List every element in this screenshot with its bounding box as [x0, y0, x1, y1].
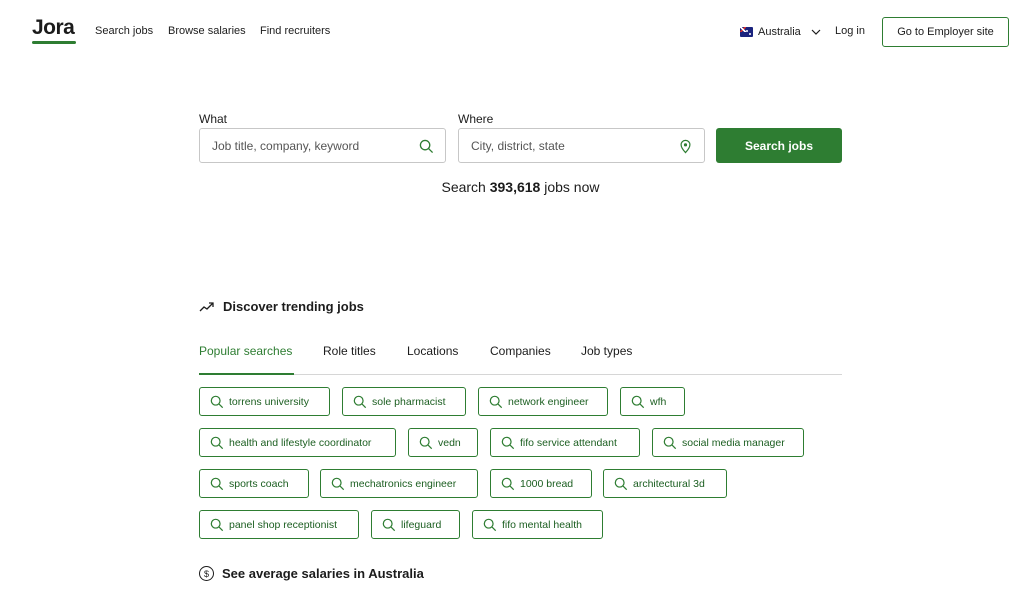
- chip-label: sole pharmacist: [372, 395, 446, 408]
- search-icon: [614, 477, 628, 490]
- chip-popular-search[interactable]: torrens university: [199, 387, 330, 416]
- search-icon: [631, 395, 645, 408]
- tab-locations[interactable]: Locations: [407, 344, 458, 358]
- job-count-line: Search 393,618 jobs now: [199, 179, 842, 195]
- chip-label: vedn: [438, 436, 461, 449]
- trending-up-icon: [199, 301, 214, 311]
- chip-popular-search[interactable]: panel shop receptionist: [199, 510, 359, 539]
- search-icon: [210, 477, 224, 490]
- chip-label: panel shop receptionist: [229, 518, 337, 531]
- chip-popular-search[interactable]: network engineer: [478, 387, 608, 416]
- nav-search-jobs[interactable]: Search jobs: [95, 25, 153, 37]
- where-field: [458, 128, 705, 163]
- chip-label: fifo mental health: [502, 518, 582, 531]
- chip-label: mechatronics engineer: [350, 477, 457, 490]
- dollar-coin-icon: $: [199, 566, 214, 581]
- chip-popular-search[interactable]: 1000 bread: [490, 469, 592, 498]
- chip-popular-search[interactable]: lifeguard: [371, 510, 460, 539]
- search-icon: [419, 436, 433, 449]
- count-prefix: Search: [441, 179, 486, 195]
- tab-role-titles[interactable]: Role titles: [323, 344, 376, 358]
- trending-heading: Discover trending jobs: [199, 299, 364, 314]
- australia-flag-icon: [740, 27, 753, 37]
- chip-popular-search[interactable]: fifo service attendant: [490, 428, 640, 457]
- chip-label: architectural 3d: [633, 477, 705, 490]
- country-selector[interactable]: Australia: [740, 24, 822, 40]
- tab-companies[interactable]: Companies: [490, 344, 551, 358]
- search-jobs-button[interactable]: Search jobs: [716, 128, 842, 163]
- count-suffix: jobs now: [544, 179, 600, 195]
- search-icon: [210, 395, 224, 408]
- chip-label: sports coach: [229, 477, 289, 490]
- chip-popular-search[interactable]: social media manager: [652, 428, 804, 457]
- site-header: Jora Search jobs Browse salaries Find re…: [0, 0, 1024, 64]
- what-input[interactable]: [200, 129, 445, 162]
- search-icon: [210, 436, 224, 449]
- country-label: Australia: [758, 26, 801, 38]
- chip-popular-search[interactable]: architectural 3d: [603, 469, 727, 498]
- search-icon: [419, 139, 434, 154]
- chip-label: network engineer: [508, 395, 589, 408]
- jora-logo[interactable]: Jora: [32, 16, 75, 40]
- chip-popular-search[interactable]: health and lifestyle coordinator: [199, 428, 396, 457]
- what-field: [199, 128, 446, 163]
- search-icon: [501, 436, 515, 449]
- chip-label: torrens university: [229, 395, 309, 408]
- where-label: Where: [458, 112, 494, 126]
- nav-browse-salaries[interactable]: Browse salaries: [168, 25, 246, 37]
- logo-underline: [32, 41, 76, 44]
- search-icon: [501, 477, 515, 490]
- tab-job-types[interactable]: Job types: [581, 344, 632, 358]
- search-icon: [483, 518, 497, 531]
- search-icon: [210, 518, 224, 531]
- chip-label: wfh: [650, 395, 667, 408]
- salaries-title: See average salaries in Australia: [222, 566, 424, 581]
- chip-popular-search[interactable]: wfh: [620, 387, 685, 416]
- what-label: What: [199, 112, 228, 126]
- tab-popular-searches[interactable]: Popular searches: [199, 344, 292, 358]
- chip-popular-search[interactable]: vedn: [408, 428, 478, 457]
- chip-popular-search[interactable]: sole pharmacist: [342, 387, 466, 416]
- trending-tabs: Popular searches Role titles Locations C…: [199, 336, 842, 375]
- chip-label: fifo service attendant: [520, 436, 617, 449]
- location-pin-icon: [680, 139, 691, 154]
- login-link[interactable]: Log in: [835, 25, 865, 37]
- search-icon: [489, 395, 503, 408]
- employer-site-button[interactable]: Go to Employer site: [882, 17, 1009, 47]
- chip-popular-search[interactable]: sports coach: [199, 469, 309, 498]
- chip-popular-search[interactable]: mechatronics engineer: [320, 469, 478, 498]
- chip-label: social media manager: [682, 436, 785, 449]
- chevron-down-icon: [811, 29, 821, 35]
- chip-label: lifeguard: [401, 518, 442, 531]
- chip-label: health and lifestyle coordinator: [229, 436, 372, 449]
- search-icon: [382, 518, 396, 531]
- search-icon: [353, 395, 367, 408]
- chip-label: 1000 bread: [520, 477, 574, 490]
- search-icon: [663, 436, 677, 449]
- nav-find-recruiters[interactable]: Find recruiters: [260, 25, 330, 37]
- search-icon: [331, 477, 345, 490]
- where-input[interactable]: [459, 129, 704, 162]
- job-count-value: 393,618: [489, 179, 541, 195]
- chip-popular-search[interactable]: fifo mental health: [472, 510, 603, 539]
- trending-title: Discover trending jobs: [223, 299, 364, 314]
- active-tab-indicator: [199, 373, 294, 375]
- salaries-heading[interactable]: $ See average salaries in Australia: [199, 566, 424, 581]
